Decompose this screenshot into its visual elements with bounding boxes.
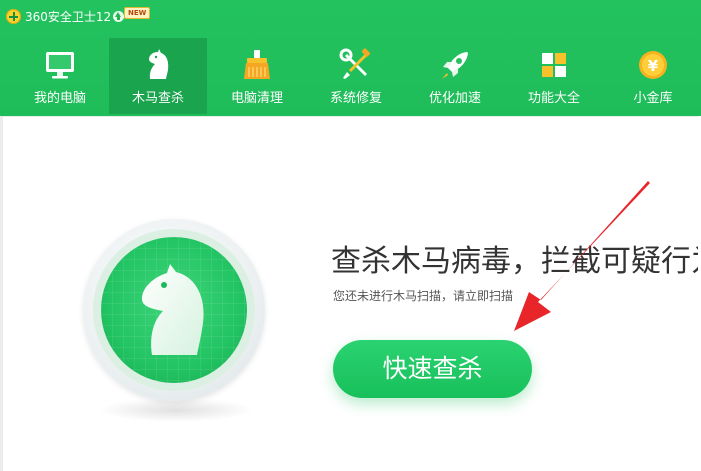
tab-label: 优化加速 [428,91,481,106]
tab-all-features[interactable]: 功能大全 [505,38,603,114]
header-divider [0,116,701,117]
app-title: 360安全卫士12 [25,10,112,24]
main-tabs: 我的电脑 木马查杀 电脑清理 系统修复 优化加速 功能大全 ¥ 小金库 [0,38,701,116]
tab-label: 我的电脑 [33,91,86,106]
trojan-shield-emblem [83,219,265,401]
broom-icon [240,48,274,82]
tab-cleanup[interactable]: 电脑清理 [208,38,306,114]
tab-label: 系统修复 [329,91,382,106]
scan-status-text: 您还未进行木马扫描，请立即扫描 [333,289,514,303]
horse-emblem-icon [101,237,247,383]
grid-apps-icon [537,48,571,82]
horse-icon [141,48,175,82]
tab-my-computer[interactable]: 我的电脑 [11,38,109,114]
tab-label: 功能大全 [527,91,580,106]
quick-scan-button[interactable]: 快速查杀 [333,340,532,398]
tab-trojan-scan[interactable]: 木马查杀 [109,38,207,114]
tab-label: 木马查杀 [131,91,184,106]
tab-wallet[interactable]: ¥ 小金库 [604,38,701,114]
page-headline: 查杀木马病毒，拦截可疑行为 [331,244,701,279]
upgrade-arrow-icon[interactable] [113,11,124,22]
rocket-icon [438,48,472,82]
monitor-icon [43,48,77,82]
shield-core [101,237,247,383]
tab-speedup[interactable]: 优化加速 [406,38,504,114]
new-badge: NEW [124,7,151,19]
tab-system-repair[interactable]: 系统修复 [307,38,405,114]
app-logo-icon [6,9,21,24]
wrench-screwdriver-icon [339,48,373,82]
tab-label: 电脑清理 [230,91,283,106]
top-header: 360安全卫士12 NEW 我的电脑 木马查杀 电脑清理 系统修复 优化加速 功… [0,0,701,116]
svg-text:¥: ¥ [648,57,659,75]
coin-icon: ¥ [636,48,670,82]
window-left-edge [0,116,3,471]
tab-label: 小金库 [633,91,673,106]
title-bar: 360安全卫士12 NEW [0,0,701,38]
shield-shadow [98,398,254,422]
